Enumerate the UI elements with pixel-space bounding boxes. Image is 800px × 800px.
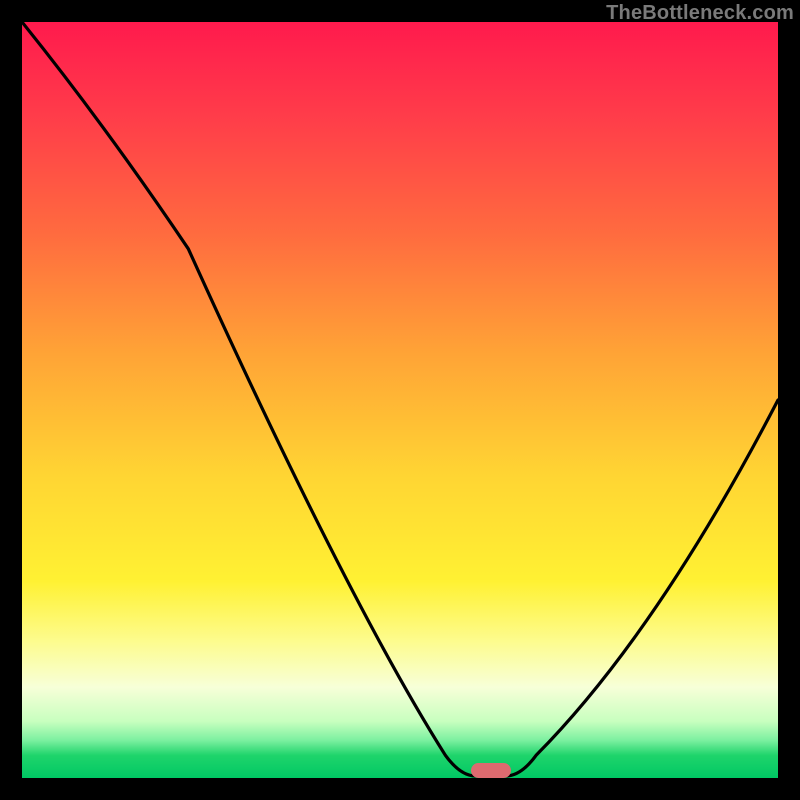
plot-area	[22, 22, 778, 778]
chart-frame: TheBottleneck.com	[0, 0, 800, 800]
optimal-marker	[471, 763, 511, 778]
bottleneck-curve	[22, 22, 778, 778]
